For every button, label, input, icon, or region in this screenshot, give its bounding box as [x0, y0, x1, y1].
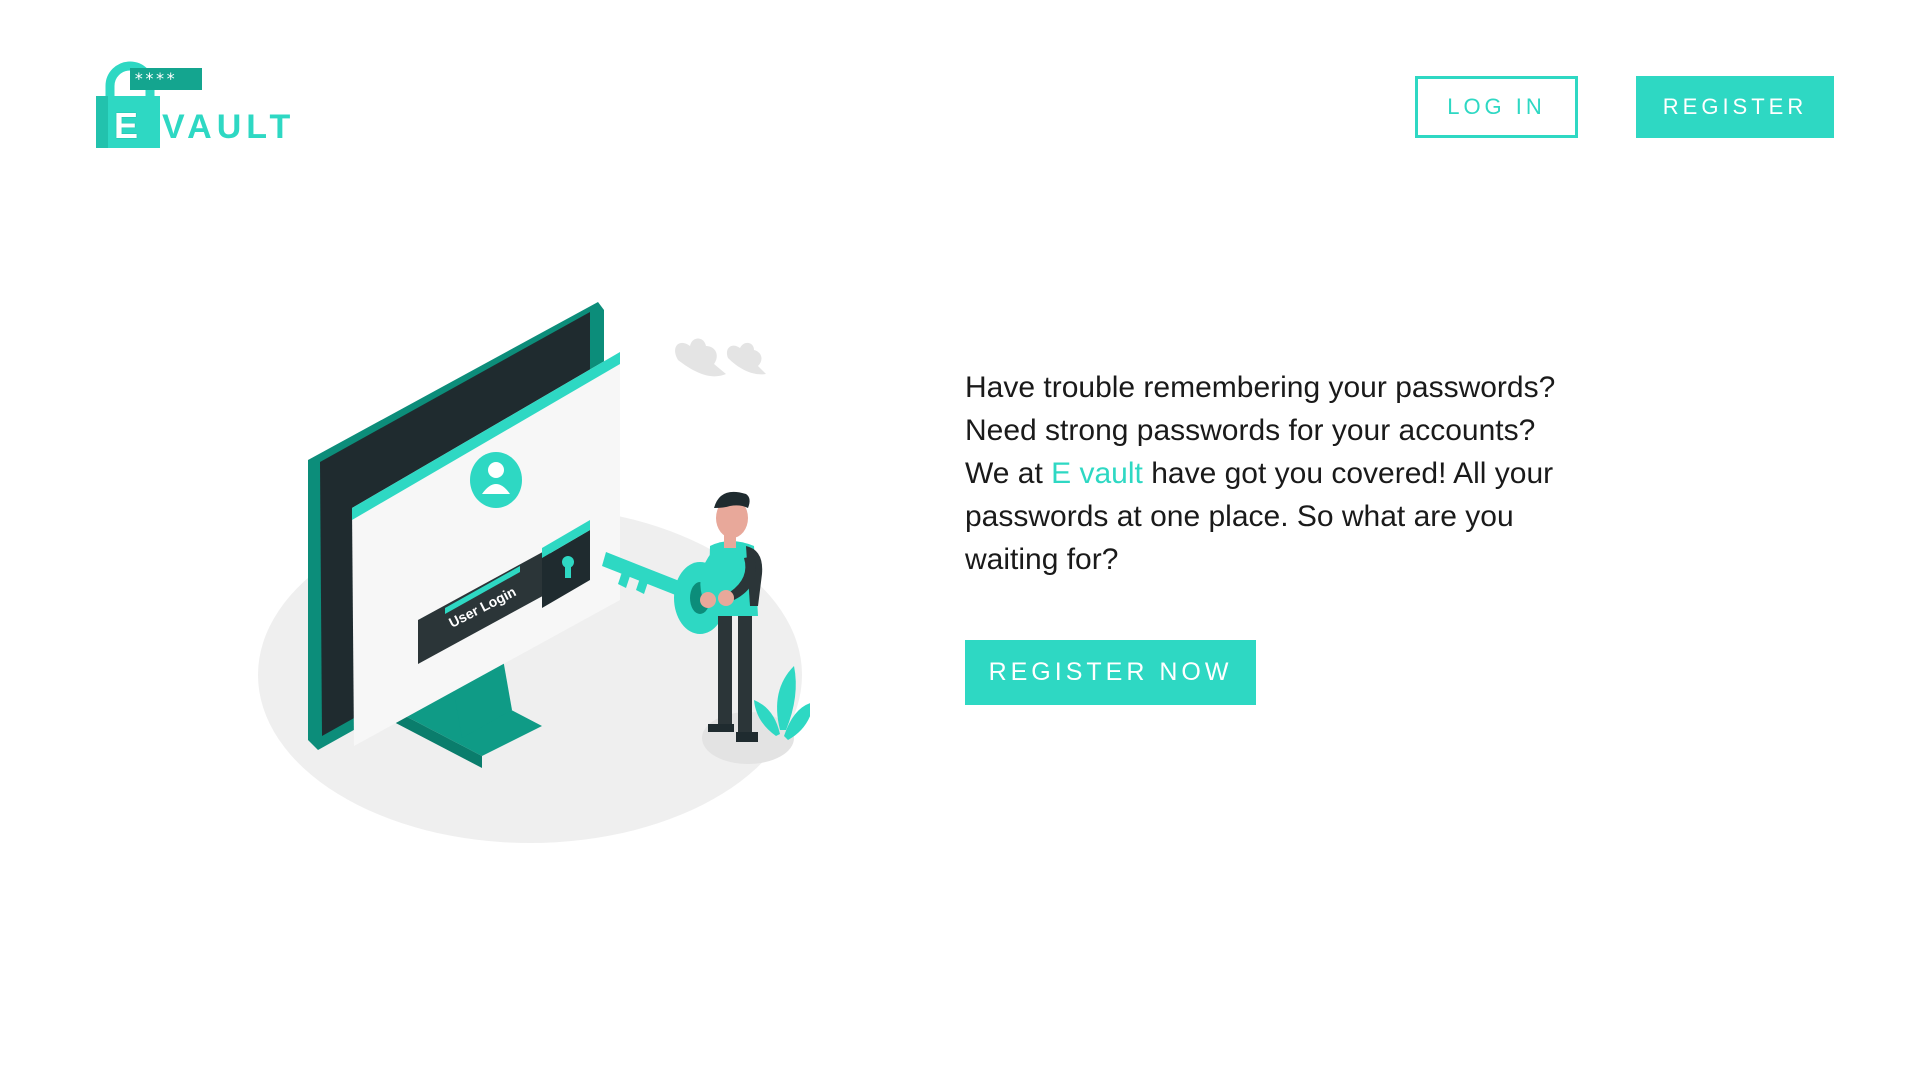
logo-wordmark: VAULT	[162, 108, 296, 146]
user-avatar-icon	[470, 452, 522, 508]
brand-highlight: E vault	[1051, 457, 1143, 490]
register-now-button[interactable]: REGISTER NOW	[965, 640, 1256, 705]
user-login-illustration: User Login	[258, 302, 810, 843]
register-button[interactable]: REGISTER	[1636, 76, 1834, 138]
logo-password-stars: ****	[134, 69, 177, 88]
hero-description: Have trouble remembering your passwords?…	[965, 366, 1565, 581]
evault-logo[interactable]: **** E VAULT	[96, 56, 296, 152]
logo-letter: E	[114, 105, 139, 146]
clouds-icon	[675, 338, 766, 377]
landing-page: **** E VAULT LOG IN REGISTER User Login …	[0, 0, 1920, 1080]
login-button[interactable]: LOG IN	[1415, 76, 1578, 138]
